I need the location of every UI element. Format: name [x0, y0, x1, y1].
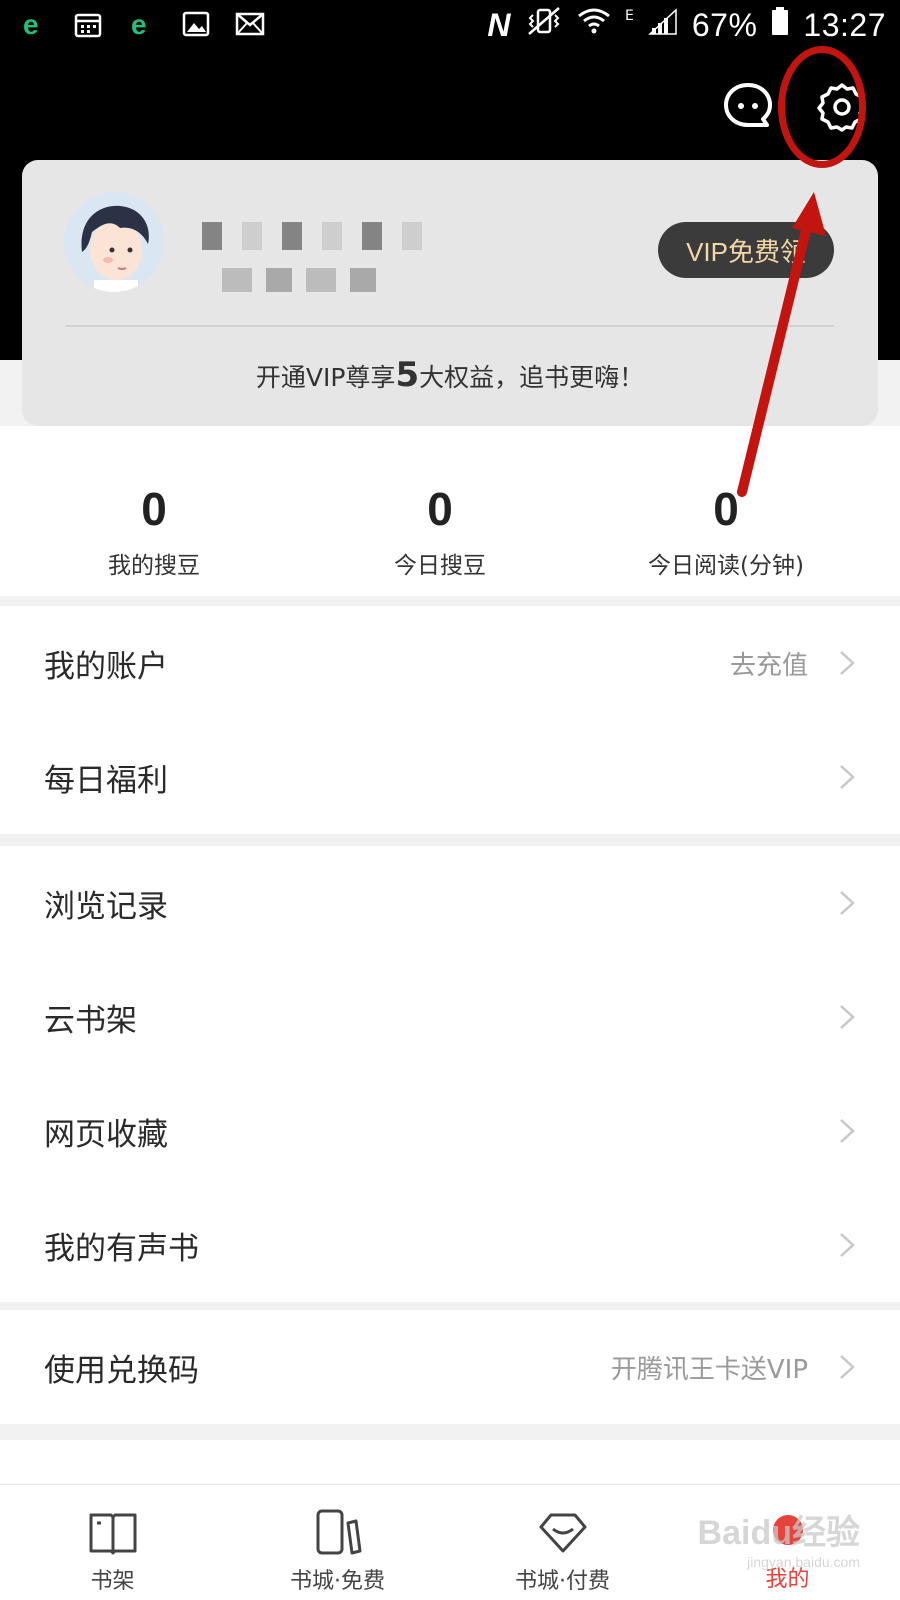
svg-text:e: e [23, 9, 39, 39]
stat-my-beans[interactable]: 0 我的搜豆 [24, 486, 284, 580]
chevron-right-icon [840, 891, 855, 915]
stat-today-reading[interactable]: 0 今日阅读(分钟) [596, 486, 856, 580]
menu-item-label: 云书架 [44, 1002, 137, 1039]
signal-icon [647, 6, 678, 44]
browser-icon: e [126, 8, 158, 40]
nav-label: 书城·付费 [515, 1569, 610, 1594]
vibrate-icon [525, 6, 563, 44]
calendar-icon [72, 8, 104, 40]
profile-card[interactable]: VIP免费领 开通VIP尊享5大权益，追书更嗨！ [22, 160, 878, 426]
watermark: Baidu经验 jingyan.baidu.com [698, 1505, 860, 1570]
chat-bubble-icon [724, 83, 772, 127]
diamond-icon [539, 1513, 586, 1553]
chevron-right-icon [840, 1119, 855, 1143]
clock: 13:27 [803, 6, 886, 43]
menu-item-label: 浏览记录 [44, 888, 168, 925]
browser-icon: e [18, 8, 50, 40]
phone-pencil-icon [316, 1509, 361, 1555]
watermark-url: jingyan.baidu.com [747, 1554, 860, 1570]
tab-store-paid[interactable]: 书城·付费 [450, 1485, 675, 1600]
promo-suffix: 大权益，追书更嗨！ [419, 363, 645, 392]
wifi-icon [577, 6, 611, 44]
vip-free-button[interactable]: VIP免费领 [658, 222, 834, 278]
wangka-promo-hint: 开腾讯王卡送VIP [610, 1354, 808, 1385]
chevron-right-icon [840, 765, 855, 789]
menu-item-cloud-shelf[interactable]: 云书架 [0, 960, 900, 1074]
menu-group-account: 我的账户 去充值 每日福利 [0, 606, 900, 834]
menu-item-label: 我的账户 [44, 648, 168, 685]
nav-label: 书架 [90, 1569, 135, 1594]
recharge-hint: 去充值 [729, 650, 808, 681]
network-type: E [625, 8, 634, 24]
message-button[interactable] [720, 78, 776, 134]
chevron-right-icon [840, 1355, 855, 1379]
menu-item-history[interactable]: 浏览记录 [0, 846, 900, 960]
avatar-illustration-icon [64, 192, 164, 292]
stat-value: 0 [141, 483, 167, 535]
nav-label: 书城·免费 [290, 1569, 385, 1594]
menu-group-library: 浏览记录 云书架 网页收藏 我的有声书 [0, 846, 900, 1302]
annotation-circle [778, 46, 866, 168]
menu-group-more [0, 1440, 900, 1484]
avatar[interactable] [64, 192, 164, 292]
tab-store-free[interactable]: 书城·免费 [225, 1485, 450, 1600]
menu-item-redeem-code[interactable]: 使用兑换码 开腾讯王卡送VIP [0, 1310, 900, 1424]
nfc-icon: N [487, 6, 512, 43]
menu-item-daily-welfare[interactable]: 每日福利 [0, 720, 900, 834]
battery-percent: 67% [691, 6, 758, 43]
menu-item-account[interactable]: 我的账户 去充值 [0, 606, 900, 720]
mail-icon [234, 8, 266, 40]
chevron-right-icon [840, 1233, 855, 1257]
menu-item-label: 我的有声书 [44, 1230, 199, 1267]
stat-value: 0 [713, 483, 739, 535]
watermark-brand: Baidu经验 [697, 1514, 860, 1552]
promo-prefix: 开通VIP尊享 [255, 363, 396, 392]
book-open-icon [89, 1513, 136, 1555]
card-divider [66, 325, 834, 327]
battery-icon [771, 6, 789, 44]
stat-value: 0 [427, 483, 453, 535]
vip-promo-text[interactable]: 开通VIP尊享5大权益，追书更嗨！ [22, 355, 878, 395]
stat-label: 今日阅读(分钟) [648, 553, 804, 579]
stats-panel: 0 我的搜豆 0 今日搜豆 0 今日阅读(分钟) [0, 426, 900, 596]
menu-item-label: 使用兑换码 [44, 1352, 199, 1389]
username-blurred [202, 222, 442, 250]
tab-bookshelf[interactable]: 书架 [0, 1485, 225, 1600]
stat-today-beans[interactable]: 0 今日搜豆 [310, 486, 570, 580]
status-bar: e e N E 67% 13:27 [0, 0, 900, 52]
promo-number: 5 [395, 355, 420, 395]
stat-label: 今日搜豆 [394, 553, 486, 579]
menu-item-web-favorites[interactable]: 网页收藏 [0, 1074, 900, 1188]
gallery-icon [180, 8, 212, 40]
menu-item-label: 每日福利 [44, 762, 168, 799]
menu-group-redeem: 使用兑换码 开腾讯王卡送VIP [0, 1310, 900, 1424]
menu-item-audio-books[interactable]: 我的有声书 [0, 1188, 900, 1302]
menu-item-label: 网页收藏 [44, 1116, 168, 1153]
chevron-right-icon [840, 651, 855, 675]
chevron-right-icon [840, 1005, 855, 1029]
svg-text:e: e [131, 9, 147, 39]
stat-label: 我的搜豆 [108, 553, 200, 579]
user-id-blurred [222, 268, 382, 292]
